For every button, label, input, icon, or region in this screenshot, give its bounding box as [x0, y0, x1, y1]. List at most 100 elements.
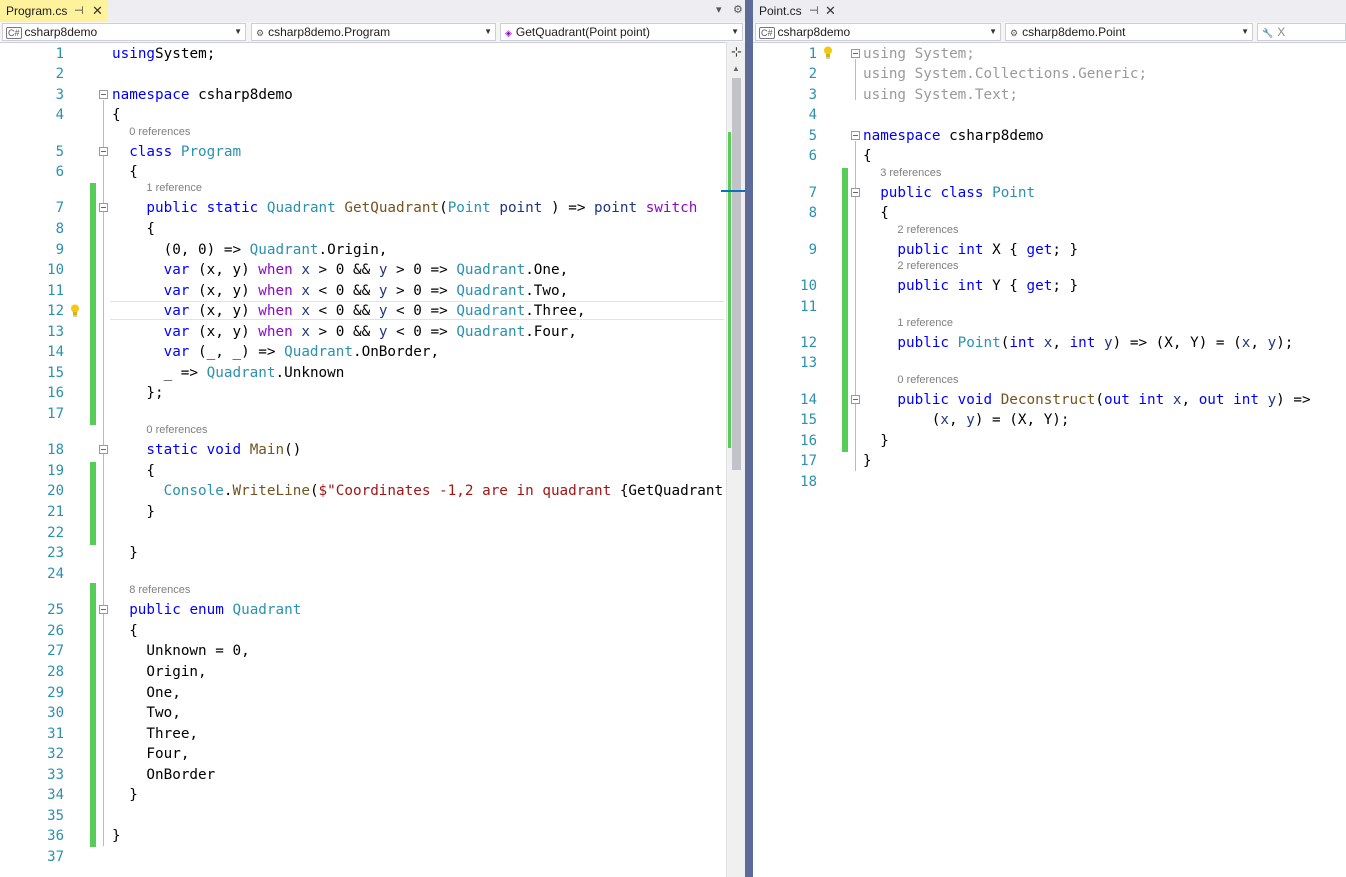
code-token: Quadrant	[284, 344, 353, 360]
code-line[interactable]: 30 Two,	[0, 703, 745, 723]
code-line[interactable]: 6{	[0, 162, 745, 182]
collapse-icon[interactable]	[99, 445, 108, 454]
code-token: _ =>	[163, 365, 207, 381]
line-number: 37	[47, 849, 64, 865]
code-text: public enum Quadrant	[129, 600, 301, 620]
code-editor[interactable]: 1 using System; 2 using System.Collections.…	[753, 42, 1346, 877]
code-line[interactable]: 12 var (x, y) when x < 0 && y < 0 => Quad…	[0, 301, 745, 321]
code-line[interactable]: 3 using System.Text;	[753, 85, 1346, 105]
code-line[interactable]: 17	[0, 404, 745, 424]
code-line[interactable]: 6{	[753, 146, 1346, 166]
code-line[interactable]: 25 public enum Quadrant	[0, 600, 745, 620]
project-combo[interactable]: C# csharp8demo ▼	[2, 23, 246, 41]
code-line[interactable]: 2	[0, 64, 745, 84]
code-token: x	[940, 412, 950, 428]
code-token: int	[1009, 335, 1036, 351]
code-line[interactable]: 32 Four,	[0, 744, 745, 764]
collapse-icon[interactable]	[851, 395, 860, 404]
code-line[interactable]: 19 {	[0, 461, 745, 481]
vertical-scrollbar[interactable]: ⊹ ▲	[721, 42, 745, 877]
scroll-up-icon[interactable]: ▲	[732, 64, 740, 73]
code-line[interactable]: 5 namespace csharp8demo	[753, 126, 1346, 146]
code-line[interactable]: 26 {	[0, 621, 745, 641]
collapse-icon[interactable]	[851, 49, 860, 58]
code-line[interactable]: 15 _ => Quadrant.Unknown	[0, 363, 745, 383]
code-lens-references[interactable]: 8 references	[129, 583, 190, 597]
code-line[interactable]: 10 var (x, y) when x > 0 && y > 0 => Quad…	[0, 260, 745, 280]
code-token: get	[1026, 242, 1053, 258]
class-combo[interactable]: ⚙ csharp8demo.Program ▼	[251, 23, 496, 41]
code-lens-references[interactable]: 0 references	[897, 373, 958, 387]
code-line[interactable]: 35	[0, 806, 745, 826]
code-line[interactable]: 2 using System.Collections.Generic;	[753, 64, 1346, 84]
code-line[interactable]: 4	[753, 105, 1346, 125]
collapse-icon[interactable]	[851, 131, 860, 140]
collapse-icon[interactable]	[851, 188, 860, 197]
code-line[interactable]: 24	[0, 564, 745, 584]
code-line[interactable]: 22	[0, 523, 745, 543]
pane-splitter[interactable]	[745, 0, 753, 877]
collapse-icon[interactable]	[99, 90, 108, 99]
code-line[interactable]: 8{	[0, 219, 745, 239]
lightbulb-icon[interactable]	[823, 46, 833, 59]
code-text: {	[146, 461, 155, 481]
code-line[interactable]: 5 class Program	[0, 142, 745, 162]
code-line[interactable]: 7 public static Quadrant GetQuadrant(Poin…	[0, 198, 745, 218]
scrollbar-thumb[interactable]	[732, 78, 741, 470]
member-combo[interactable]: ◈ GetQuadrant(Point point) ▼	[500, 23, 743, 41]
class-combo[interactable]: ⚙ csharp8demo.Point ▼	[1005, 23, 1253, 41]
code-line[interactable]: 27 Unknown = 0,	[0, 641, 745, 661]
code-line[interactable]: 17}	[753, 451, 1346, 471]
code-line[interactable]: 11 var (x, y) when x < 0 && y > 0 => Quad…	[0, 281, 745, 301]
code-line[interactable]: 13 var (x, y) when x > 0 && y < 0 => Quad…	[0, 322, 745, 342]
code-line[interactable]: 37	[0, 847, 745, 867]
tab-point-cs[interactable]: Point.cs ⊣ ✕	[753, 0, 841, 22]
code-editor[interactable]: 1 usingSystem; 2 3 namespace csharp8demo 4{ 5 c…	[0, 42, 745, 877]
pin-icon[interactable]: ⊣	[74, 0, 84, 22]
code-token: when	[258, 283, 293, 299]
tab-dropdown-icon[interactable]: ▾	[716, 0, 722, 20]
code-line[interactable]: 9 (0, 0) => Quadrant.Origin,	[0, 240, 745, 260]
code-text: class Program	[129, 142, 241, 162]
code-line[interactable]: 33 OnBorder	[0, 765, 745, 785]
code-line[interactable]: 31 Three,	[0, 724, 745, 744]
code-line[interactable]: 16};	[0, 383, 745, 403]
code-line[interactable]: 18	[753, 472, 1346, 492]
close-icon[interactable]: ✕	[825, 0, 836, 22]
code-lens-references[interactable]: 1 reference	[897, 316, 953, 330]
code-line[interactable]: 14 var (_, _) => Quadrant.OnBorder,	[0, 342, 745, 362]
close-icon[interactable]: ✕	[92, 0, 103, 22]
code-line[interactable]: 29 One,	[0, 683, 745, 703]
code-lens-references[interactable]: 2 references	[897, 223, 958, 237]
code-line[interactable]: 23}	[0, 543, 745, 563]
code-lens-references[interactable]: 0 references	[146, 423, 207, 437]
code-line[interactable]: 34}	[0, 785, 745, 805]
code-line[interactable]: 4{	[0, 105, 745, 125]
lightbulb-icon[interactable]	[70, 304, 80, 317]
split-icon[interactable]: ⊹	[731, 44, 742, 60]
collapse-icon[interactable]	[99, 203, 108, 212]
code-line[interactable]: 21}	[0, 502, 745, 522]
line-number: 7	[808, 185, 817, 201]
code-lens-references[interactable]: 2 references	[897, 259, 958, 273]
pin-icon[interactable]: ⊣	[809, 0, 819, 22]
code-line[interactable]: 36}	[0, 826, 745, 846]
code-token: ; }	[1052, 242, 1079, 258]
code-line[interactable]: 1 usingSystem;	[0, 44, 745, 64]
collapse-icon[interactable]	[99, 147, 108, 156]
member-combo[interactable]: 🔧 X	[1257, 23, 1346, 41]
collapse-icon[interactable]	[99, 605, 108, 614]
code-line[interactable]: 28 Origin,	[0, 662, 745, 682]
gear-icon[interactable]: ⚙	[733, 0, 743, 20]
code-line[interactable]: 18 static void Main()	[0, 440, 745, 460]
tab-program-cs[interactable]: Program.cs ⊣ ✕	[0, 0, 108, 22]
code-lens-references[interactable]: 3 references	[880, 166, 941, 180]
code-line[interactable]: 3 namespace csharp8demo	[0, 85, 745, 105]
code-lens-references[interactable]: 0 references	[129, 125, 190, 139]
code-text: Console.WriteLine($"Coordinates -1,2 are…	[164, 481, 724, 501]
code-line[interactable]: 1 using System;	[753, 44, 1346, 64]
project-combo[interactable]: C# csharp8demo ▼	[755, 23, 1001, 41]
code-lens-references[interactable]: 1 reference	[146, 181, 202, 195]
code-line[interactable]: 20 Console.WriteLine($"Coordinates -1,2 a…	[0, 481, 745, 501]
